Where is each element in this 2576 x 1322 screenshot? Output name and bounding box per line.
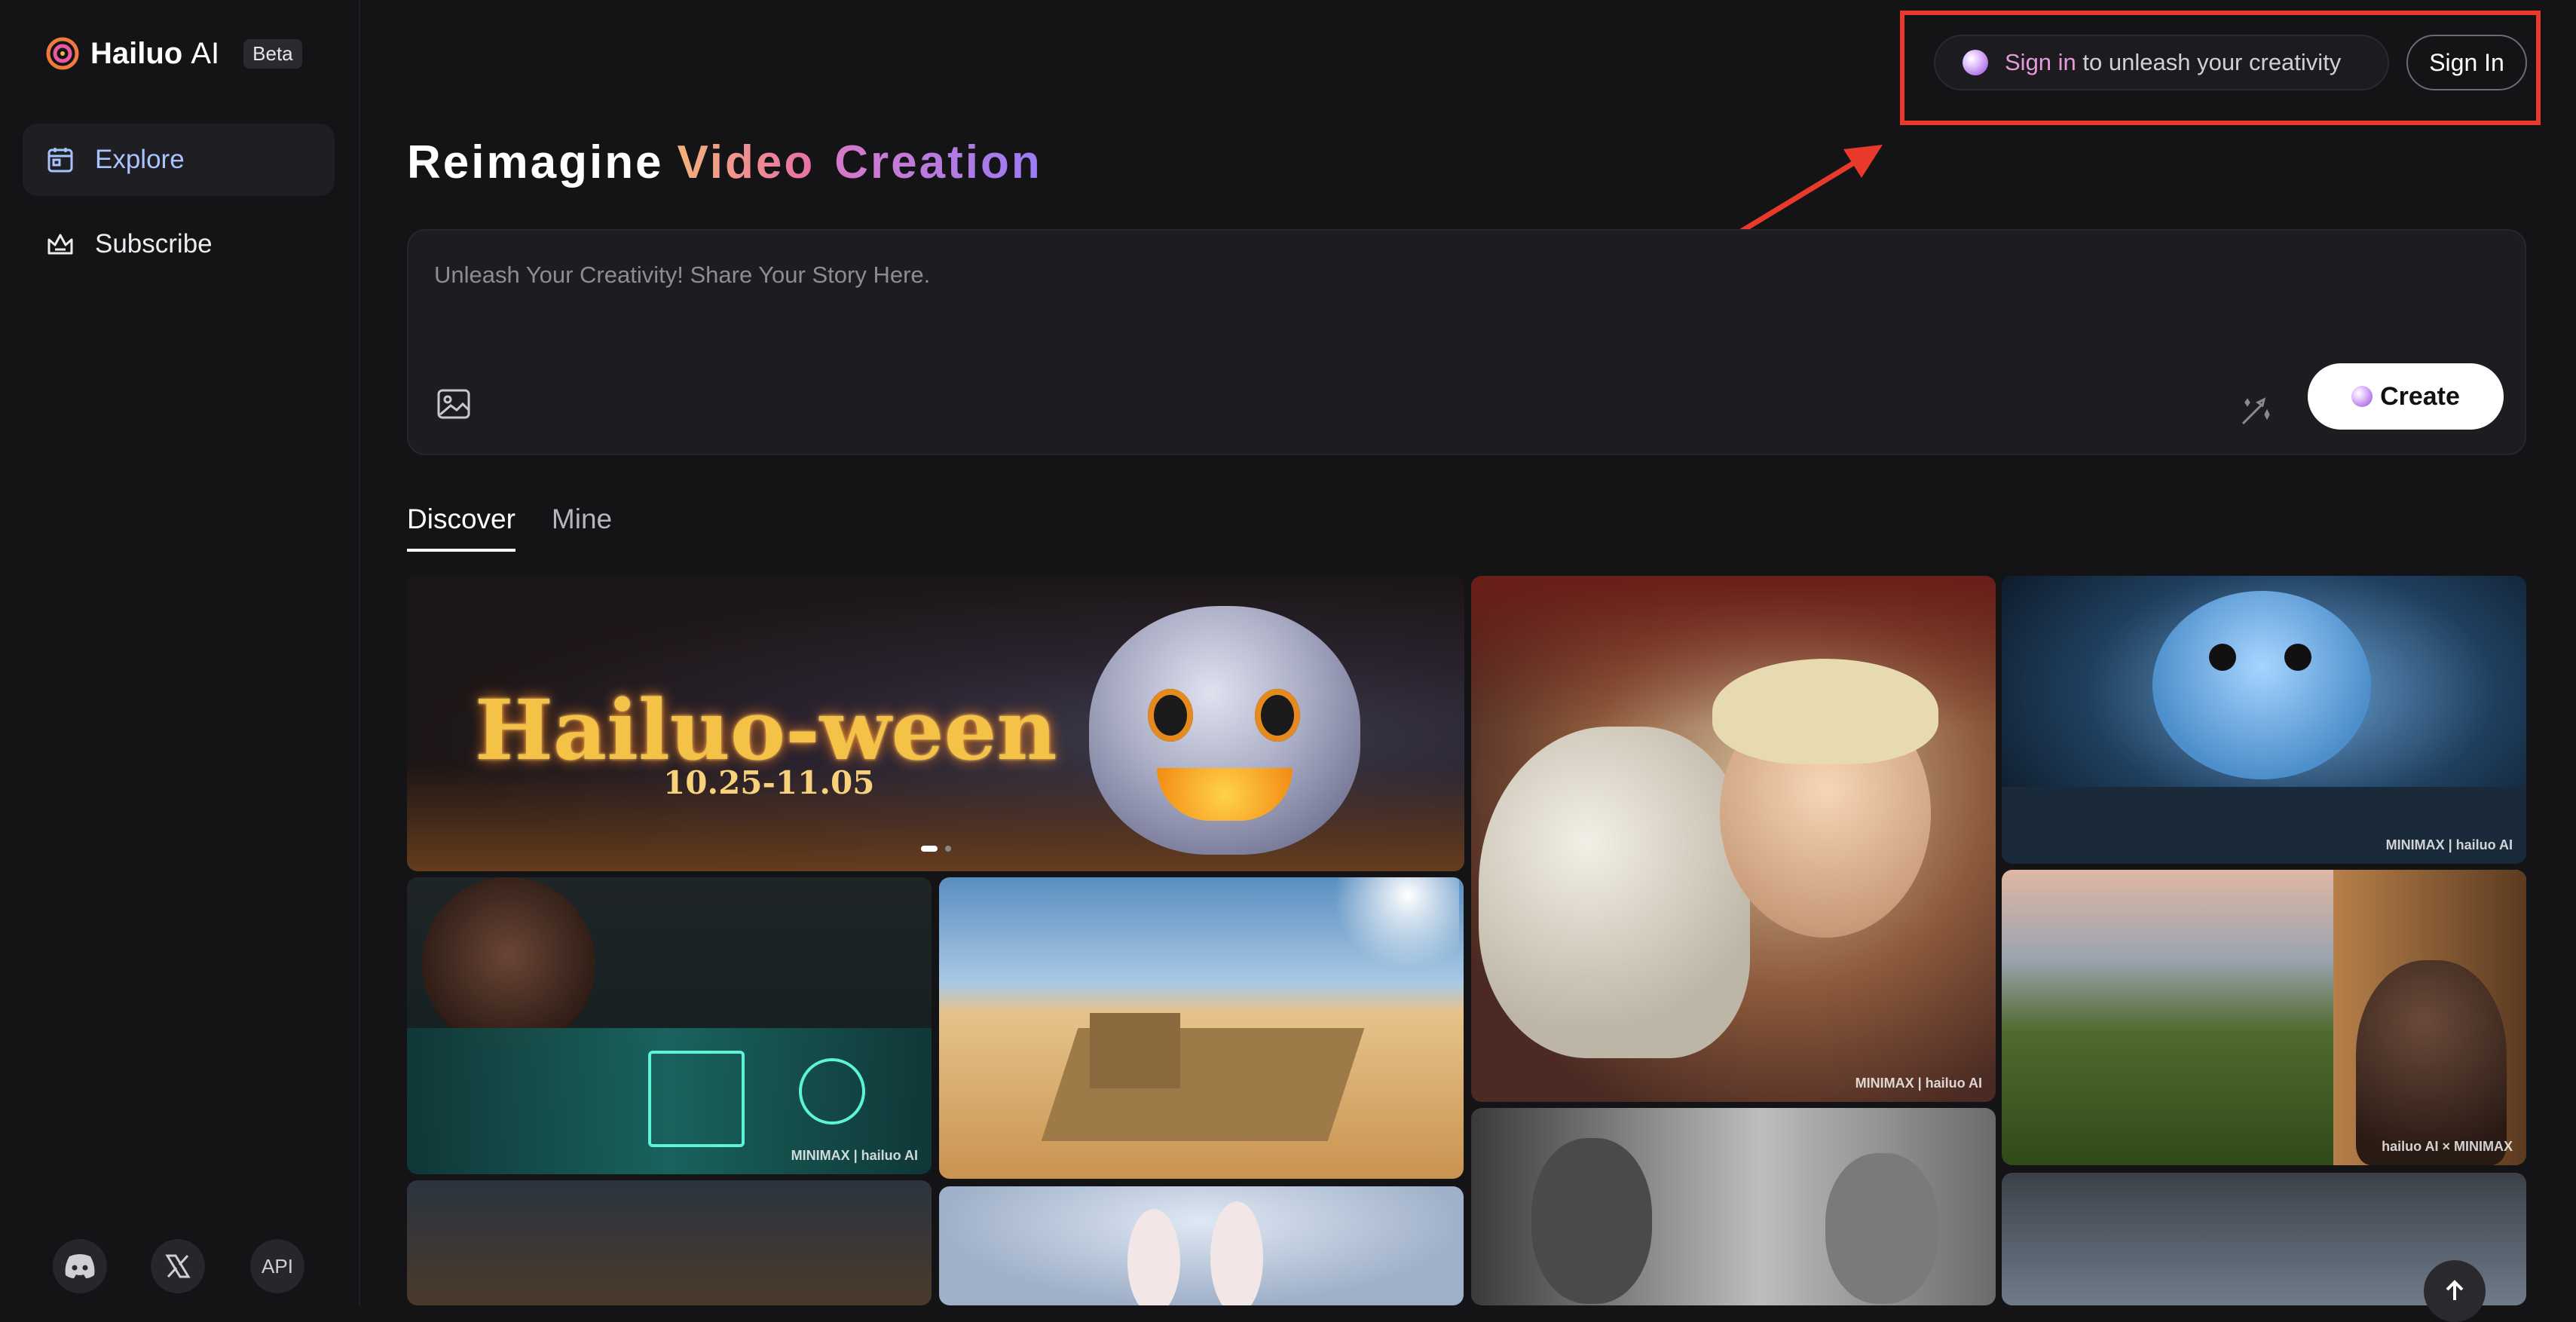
watermark: hailuo AI × MINIMAX <box>2382 1139 2513 1154</box>
gallery-item-dragon[interactable]: MINIMAX | hailuo AI <box>1471 576 1996 1102</box>
crown-icon <box>47 234 73 255</box>
sidebar-item-subscribe[interactable]: Subscribe <box>23 208 335 280</box>
scroll-to-top-button[interactable] <box>2424 1260 2486 1322</box>
hailuo-logo-icon <box>46 37 79 70</box>
prompt-box: Create <box>407 229 2526 455</box>
create-button[interactable]: Create <box>2308 363 2504 430</box>
gallery-item-scene[interactable] <box>407 1180 932 1305</box>
tab-bar: Discover Mine <box>407 503 612 552</box>
beta-badge: Beta <box>243 38 302 69</box>
gallery-item-hud[interactable]: MINIMAX | hailuo AI <box>407 877 932 1174</box>
carousel-dot-active[interactable] <box>921 846 938 852</box>
watermark: MINIMAX | hailuo AI <box>1855 1076 1982 1091</box>
sign-in-button[interactable]: Sign In <box>2406 35 2527 90</box>
discord-button[interactable] <box>53 1239 107 1293</box>
prompt-input[interactable] <box>433 261 2169 289</box>
arrow-up-icon <box>2446 1280 2464 1300</box>
app-name: Hailuo AI <box>90 36 220 70</box>
magic-wand-icon[interactable] <box>2235 390 2275 430</box>
gallery-item-blue-monster[interactable]: MINIMAX | hailuo AI <box>2002 576 2526 864</box>
x-button[interactable] <box>151 1239 205 1293</box>
sidebar-item-explore[interactable]: Explore <box>23 124 335 196</box>
carousel-dot[interactable] <box>945 846 951 852</box>
sidebar-item-label: Subscribe <box>95 229 213 259</box>
sidebar-item-label: Explore <box>95 145 185 174</box>
gallery-item-bunny[interactable] <box>939 1186 1464 1305</box>
sidebar: Hailuo AI Beta Explore Subscribe API <box>0 0 360 1305</box>
watermark: MINIMAX | hailuo AI <box>791 1148 918 1163</box>
orb-icon <box>2351 386 2373 407</box>
signin-promo[interactable]: Sign in to unleash your creativity <box>1934 35 2389 90</box>
gallery-item-field[interactable]: hailuo AI × MINIMAX <box>2002 870 2526 1165</box>
api-button[interactable]: API <box>250 1239 304 1293</box>
discord-icon <box>65 1254 95 1278</box>
promo-banner[interactable]: Hailuo-ween 10.25-11.05 <box>407 576 1464 871</box>
x-icon <box>165 1254 191 1278</box>
orb-icon <box>1963 50 1988 75</box>
calendar-icon <box>47 148 73 173</box>
gallery-item-vintage[interactable] <box>1471 1108 1996 1305</box>
logo[interactable]: Hailuo AI Beta <box>45 36 302 71</box>
image-upload-icon[interactable] <box>434 384 473 424</box>
create-label: Create <box>2380 381 2460 411</box>
promo-text: Sign in to unleash your creativity <box>2005 49 2342 75</box>
gallery-item-desert[interactable] <box>939 877 1464 1179</box>
tab-mine[interactable]: Mine <box>552 503 612 552</box>
watermark: MINIMAX | hailuo AI <box>2385 837 2513 852</box>
banner-dates: 10.25-11.05 <box>663 764 875 801</box>
tab-discover[interactable]: Discover <box>407 503 516 552</box>
pumpkin-image <box>1089 606 1360 855</box>
page-title: Reimagine Video Creation <box>407 136 1042 188</box>
